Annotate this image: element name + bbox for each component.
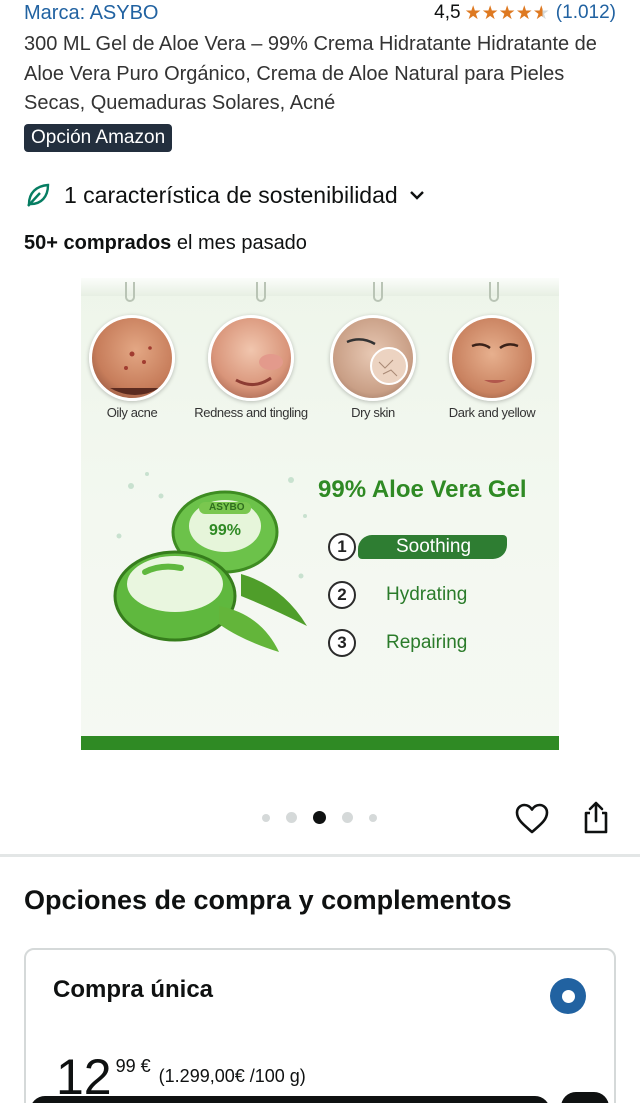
face-label: Redness and tingling — [194, 405, 308, 420]
one-time-purchase-card[interactable]: Compra única 12 99 € (1.299,00€ /100 g) — [24, 948, 616, 1103]
star-icon: ★ — [481, 2, 499, 24]
carousel-dot[interactable] — [369, 813, 377, 822]
benefit-label: Hydrating — [386, 584, 468, 605]
benefit-label: Repairing — [386, 632, 468, 653]
hook-decoration — [373, 282, 383, 302]
leaf-icon — [27, 183, 50, 207]
carousel-dot[interactable] — [262, 813, 270, 822]
unit-price: (1.299,00€ /100 g) — [158, 1066, 306, 1086]
price: 12 99 € (1.299,00€ /100 g) — [56, 1052, 306, 1102]
carousel-dot[interactable] — [342, 812, 353, 823]
carousel-dot[interactable] — [286, 812, 297, 823]
benefit-item: 2 Hydrating — [328, 581, 467, 609]
add-to-cart-button[interactable] — [30, 1096, 550, 1103]
chevron-down-icon — [409, 191, 424, 200]
amazon-choice-badge[interactable]: Opción Amazon — [24, 124, 173, 152]
star-icon: ★ — [464, 2, 482, 24]
purchase-count-text: el mes pasado — [171, 232, 307, 254]
face-oily-acne — [89, 315, 175, 401]
hook-decoration — [256, 282, 266, 302]
price-fraction: 99 € — [115, 1056, 151, 1076]
jar-brand-text: ASYBO — [209, 502, 245, 513]
jar-percent-text: 99% — [209, 522, 242, 539]
product-image[interactable]: Oily acne Redness and tingling Dry skin … — [81, 278, 559, 750]
brand-rating-row: Marca: ASYBO 4,5 ★ ★ ★ ★ ★ (1.012) — [24, 2, 620, 28]
selected-radio-button[interactable] — [550, 978, 586, 1014]
heart-icon[interactable] — [514, 801, 550, 837]
rating-count[interactable]: (1.012) — [556, 2, 616, 24]
half-star-icon: ★ — [532, 2, 550, 24]
curtain-decoration — [81, 278, 559, 296]
rating-summary[interactable]: 4,5 ★ ★ ★ ★ ★ (1.012) — [434, 2, 616, 24]
sustainability-features[interactable]: 1 característica de sostenibilidad — [24, 181, 426, 209]
benefit-label: Soothing — [358, 535, 508, 559]
sustainability-label: 1 característica de sostenibilidad — [64, 181, 398, 208]
aloe-headline: 99% Aloe Vera Gel — [318, 476, 527, 503]
cart-button[interactable] — [561, 1092, 609, 1103]
carousel-indicator[interactable] — [262, 811, 393, 824]
section-divider — [0, 854, 640, 857]
brand-link[interactable]: Marca: ASYBO — [24, 2, 159, 25]
image-bottom-bar — [81, 736, 559, 750]
face-redness — [208, 315, 294, 401]
purchase-option-title: Compra única — [53, 976, 214, 1003]
benefit-number: 2 — [328, 581, 356, 609]
face-label: Dark and yellow — [448, 405, 536, 420]
section-title: Opciones de compra y complementos — [24, 885, 512, 915]
carousel-dot-active[interactable] — [313, 811, 326, 824]
benefit-number: 3 — [328, 629, 356, 657]
benefit-number: 1 — [328, 533, 356, 561]
hook-decoration — [489, 282, 499, 302]
benefit-item: 1 Soothing — [328, 533, 508, 561]
face-label: Oily acne — [106, 405, 158, 420]
star-icon: ★ — [515, 2, 533, 24]
share-icon[interactable] — [580, 800, 612, 836]
rating-stars: ★ ★ ★ ★ ★ — [465, 4, 550, 23]
aloe-jars-illustration — [113, 472, 307, 652]
hook-decoration — [125, 282, 135, 302]
rating-score: 4,5 — [434, 2, 461, 23]
star-icon: ★ — [498, 2, 516, 24]
face-label: Dry skin — [351, 405, 395, 420]
benefit-item: 3 Repairing — [328, 629, 467, 657]
product-title: 300 ML Gel de Aloe Vera – 99% Crema Hidr… — [24, 33, 597, 114]
purchase-count-number: 50+ comprados — [24, 232, 172, 254]
price-whole: 12 — [56, 1049, 112, 1103]
face-dry-skin — [330, 315, 416, 401]
face-dark-yellow — [449, 315, 535, 401]
purchase-count: 50+ comprados el mes pasado — [24, 232, 307, 255]
